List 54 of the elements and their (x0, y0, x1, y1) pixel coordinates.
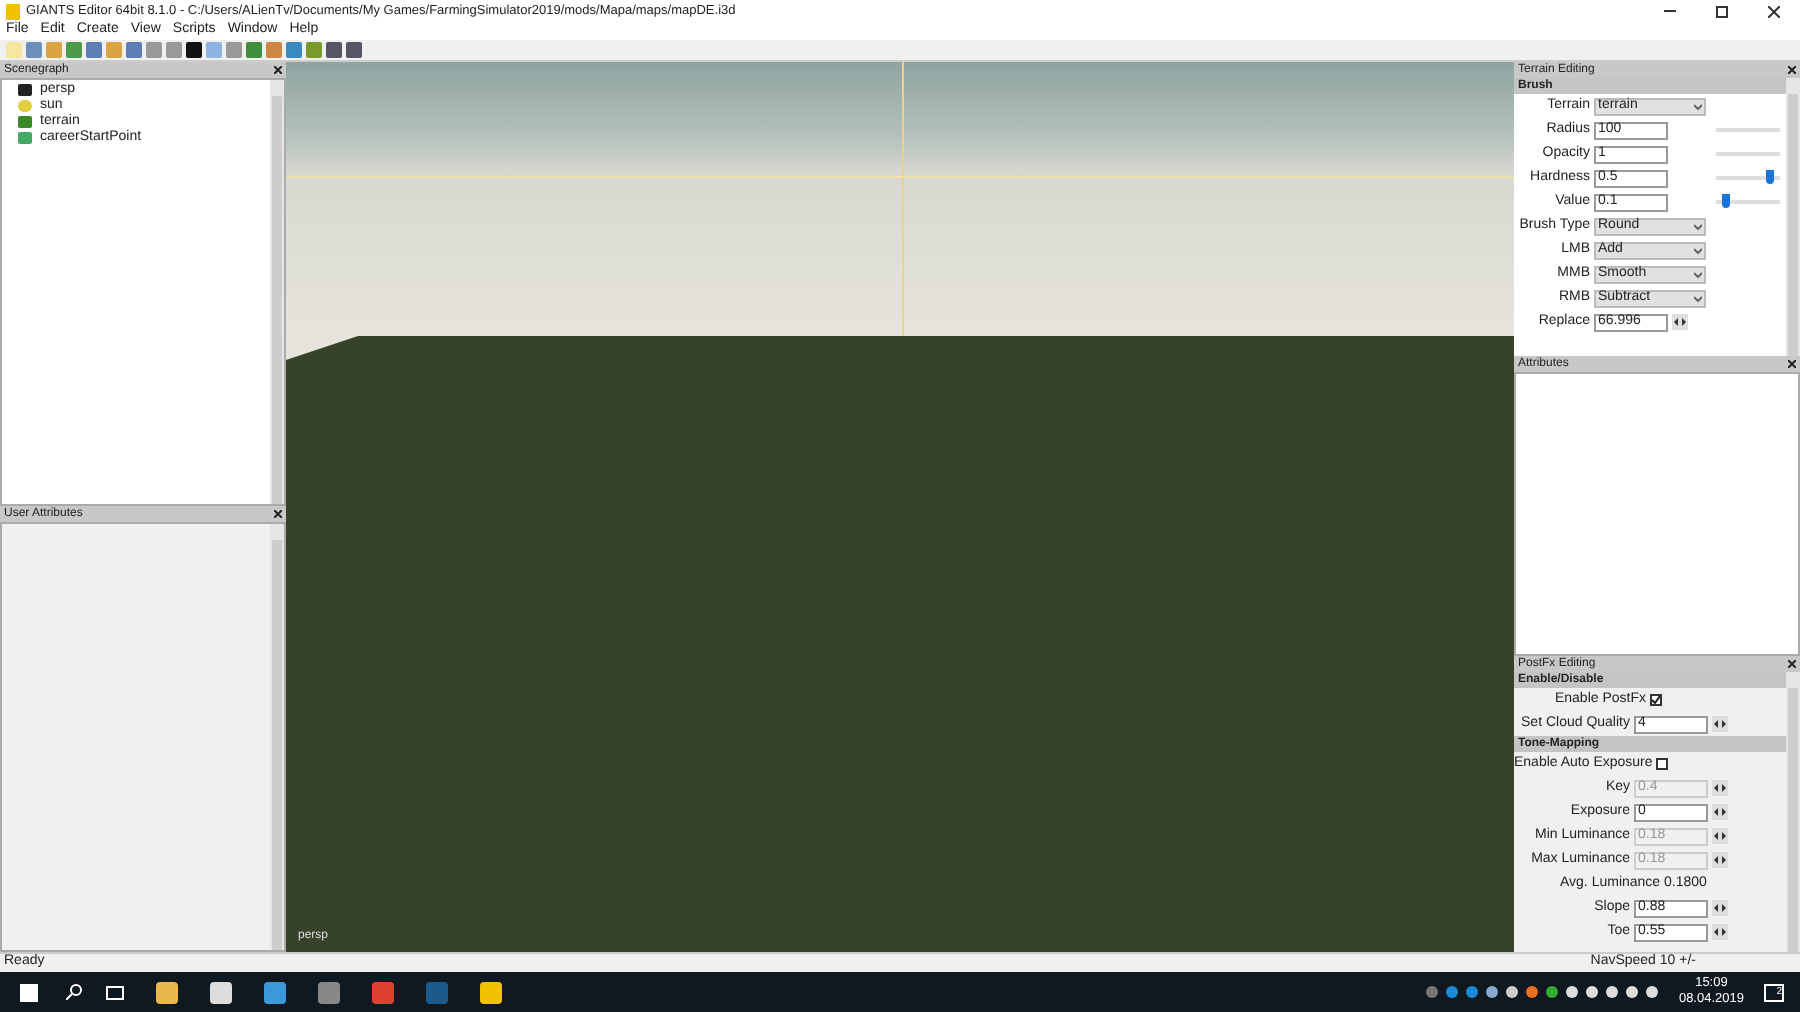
taskbar-app-icon[interactable] (210, 981, 232, 1003)
close-icon[interactable] (1788, 66, 1796, 74)
scrollbar[interactable] (1786, 78, 1800, 356)
scrollbar[interactable] (270, 80, 284, 504)
spin-button[interactable] (1712, 780, 1728, 796)
close-icon[interactable] (1788, 660, 1796, 668)
chevron-icon (1694, 223, 1702, 229)
scrollbar-thumb[interactable] (272, 540, 282, 950)
arrows-icon (1714, 928, 1726, 936)
taskbar-app-icon[interactable] (480, 981, 502, 1003)
scrollbar-thumb[interactable] (272, 96, 282, 504)
chevron-icon (1694, 247, 1702, 253)
close-icon[interactable] (274, 66, 282, 74)
spin-button[interactable] (1712, 900, 1728, 916)
light-icon (18, 100, 32, 112)
scrollbar[interactable] (1786, 672, 1800, 952)
chevron-icon (1694, 295, 1702, 301)
arrows-icon (1714, 904, 1726, 912)
spin-button[interactable] (1712, 804, 1728, 820)
arrows-icon (1714, 784, 1726, 792)
maximize-icon (1716, 5, 1728, 17)
close-icon (1768, 5, 1780, 17)
chevron-icon (1694, 103, 1702, 109)
checkbox[interactable] (1650, 694, 1662, 706)
task-view-icon[interactable] (106, 985, 124, 999)
spin-button[interactable] (1712, 924, 1728, 940)
arrows-icon (1714, 808, 1726, 816)
slider-thumb[interactable] (1766, 170, 1775, 184)
scrollbar-thumb[interactable] (1788, 94, 1798, 356)
windows-start-icon[interactable] (20, 983, 38, 1001)
slider-thumb[interactable] (1721, 194, 1730, 208)
spin-button[interactable] (1712, 828, 1728, 844)
arrows-icon (1714, 832, 1726, 840)
taskbar-app-icon[interactable] (264, 981, 286, 1003)
close-icon[interactable] (1788, 360, 1796, 368)
taskbar-app-icon[interactable] (156, 981, 178, 1003)
scrollbar-thumb[interactable] (1788, 688, 1798, 952)
close-icon[interactable] (274, 510, 282, 518)
arrows-icon (1714, 856, 1726, 864)
scrollbar[interactable] (270, 524, 284, 950)
checkbox[interactable] (1656, 758, 1669, 770)
spin-button[interactable] (1672, 314, 1688, 330)
camera-icon (18, 84, 32, 96)
terrain-icon (18, 116, 32, 128)
check-icon (1652, 696, 1660, 704)
search-icon[interactable] (66, 984, 82, 1000)
point-icon (18, 132, 32, 144)
arrows-icon (1714, 720, 1726, 728)
chevron-icon (1694, 271, 1702, 277)
spin-button[interactable] (1712, 716, 1728, 732)
app-icon (6, 3, 20, 19)
minimize-icon (1664, 10, 1676, 12)
arrows-icon (1674, 318, 1686, 326)
spin-button[interactable] (1712, 852, 1728, 868)
